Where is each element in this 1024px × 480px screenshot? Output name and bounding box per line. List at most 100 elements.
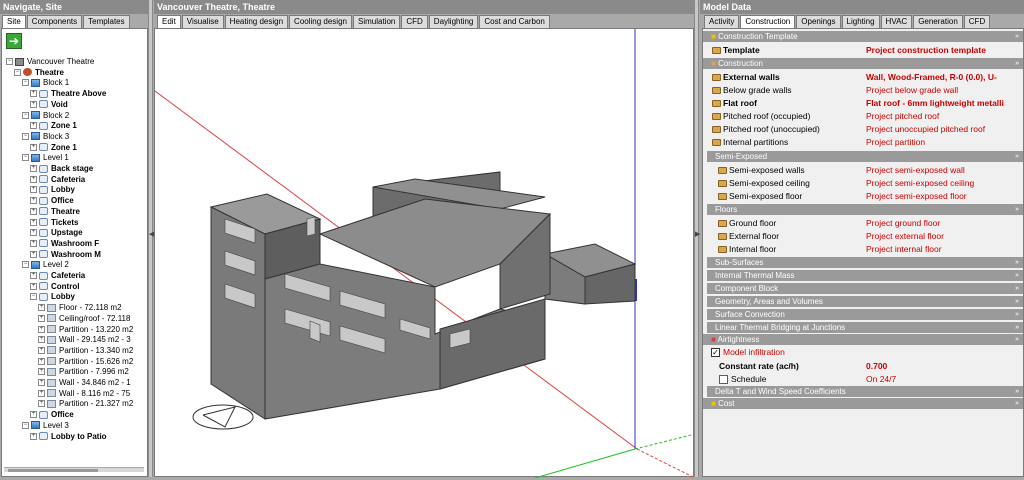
construction-row[interactable]: Pitched roof (occupied) Project pitched r… [703, 110, 1023, 123]
tree-node[interactable]: + Wall - 29.145 m2 - 3 [38, 334, 131, 345]
expand-icon[interactable]: + [30, 197, 37, 205]
tree-node[interactable]: + Control [30, 281, 79, 292]
expand-icon[interactable]: + [30, 186, 37, 194]
section-airtightness[interactable]: ■ Airtightness» [703, 334, 1023, 345]
expand-icon[interactable]: + [38, 357, 45, 365]
tab-site[interactable]: Site [2, 15, 26, 28]
construction-row[interactable]: Below grade walls Project below grade wal… [703, 84, 1023, 97]
expand-icon[interactable]: + [30, 229, 37, 237]
tree-node[interactable]: + Zone 1 [30, 142, 77, 153]
expand-icon[interactable]: + [38, 336, 45, 344]
tree-node[interactable]: + Upstage [30, 227, 83, 238]
tab-construction[interactable]: Construction [740, 15, 796, 28]
collapse-icon[interactable]: − [22, 79, 29, 87]
tree-node[interactable]: + Back stage [30, 163, 93, 174]
tree-node[interactable]: + Wall - 34.846 m2 - 1 [38, 377, 131, 388]
tab-heating-design[interactable]: Heating design [224, 15, 289, 28]
section-cost[interactable]: ■ Cost» [703, 398, 1023, 409]
chevron-icon[interactable]: » [1015, 309, 1019, 320]
expand-icon[interactable]: + [30, 165, 37, 172]
tab-cfd[interactable]: CFD [401, 15, 428, 28]
construction-value[interactable]: Project ground floor [866, 217, 1021, 230]
construction-value[interactable]: Project semi-exposed ceiling [866, 177, 1021, 190]
expand-icon[interactable]: + [30, 239, 37, 247]
tree-node[interactable]: + Void [30, 99, 68, 110]
expand-icon[interactable]: + [38, 389, 45, 397]
tab-daylighting[interactable]: Daylighting [428, 15, 479, 28]
construction-value[interactable]: Project partition [866, 136, 1021, 149]
chevron-icon[interactable]: » [1015, 270, 1019, 281]
expand-icon[interactable]: + [38, 304, 45, 312]
construction-row[interactable]: Semi-exposed floor Project semi-exposed f… [703, 190, 1023, 203]
tree-node[interactable]: + Partition - 7.996 m2 [38, 366, 129, 377]
construction-value[interactable]: Project semi-exposed floor [866, 190, 1021, 203]
tab-visualise[interactable]: Visualise [181, 15, 224, 28]
tree-node[interactable]: − Level 2 [22, 259, 69, 270]
tree-node[interactable]: + Washroom M [30, 249, 101, 260]
tree-node[interactable]: + Office [30, 195, 74, 206]
collapse-icon[interactable]: − [30, 293, 37, 301]
compass-icon[interactable] [192, 404, 254, 430]
tree-node[interactable]: − Block 3 [22, 131, 69, 142]
construction-value[interactable]: Project pitched roof [866, 110, 1021, 123]
template-row[interactable]: Template Project construction template [703, 44, 1023, 57]
section-construction-template[interactable]: ■ Construction Template» [703, 31, 1023, 42]
tab-edit[interactable]: Edit [157, 15, 181, 28]
tree-node[interactable]: + Partition - 15.626 m2 [38, 356, 133, 367]
expand-icon[interactable]: + [38, 400, 45, 408]
chevron-icon[interactable]: » [1015, 257, 1019, 268]
collapsed-section[interactable]: Internal Thermal Mass » [707, 270, 1023, 281]
expand-icon[interactable]: + [38, 346, 45, 354]
expand-icon[interactable]: + [38, 314, 45, 322]
expand-icon[interactable]: + [30, 282, 37, 290]
tree-node[interactable]: + Washroom F [30, 238, 99, 249]
collapse-icon[interactable]: − [22, 154, 29, 162]
tab-cooling-design[interactable]: Cooling design [289, 15, 352, 28]
expand-icon[interactable]: + [30, 432, 37, 440]
collapse-icon[interactable]: − [22, 111, 29, 119]
construction-value[interactable]: Project unoccupied pitched roof [866, 123, 1021, 136]
tree-node[interactable]: + Theatre [30, 206, 80, 217]
tree-node[interactable]: + Lobby to Patio [30, 431, 107, 442]
expand-icon[interactable]: + [30, 250, 37, 258]
chevron-icon[interactable]: » [1015, 283, 1019, 294]
construction-row[interactable]: Ground floor Project ground floor [703, 217, 1023, 230]
construction-value[interactable]: Project below grade wall [866, 84, 1021, 97]
tab-components[interactable]: Components [26, 15, 83, 28]
tree-node[interactable]: + Partition - 13.340 m2 [38, 345, 133, 356]
construction-row[interactable]: Internal floor Project internal floor [703, 243, 1023, 256]
collapsed-section[interactable]: Sub-Surfaces » [707, 257, 1023, 268]
tree-node[interactable]: + Cafeteria [30, 174, 85, 185]
tree-node[interactable]: + Cafeteria [30, 270, 85, 281]
chevron-icon[interactable]: » [1015, 296, 1019, 307]
expand-icon[interactable]: + [38, 368, 45, 376]
tree-node[interactable]: + Lobby [30, 184, 75, 195]
collapsed-section[interactable]: Geometry, Areas and Volumes » [707, 296, 1023, 307]
tab-cost-and-carbon[interactable]: Cost and Carbon [479, 15, 550, 28]
chevron-icon[interactable]: » [1015, 322, 1019, 333]
left-splitter[interactable]: ◀ [148, 0, 154, 477]
expand-icon[interactable]: + [30, 272, 37, 279]
tab-lighting[interactable]: Lighting [841, 15, 880, 28]
3d-viewport[interactable] [154, 28, 696, 479]
collapse-icon[interactable]: − [22, 132, 29, 140]
expand-icon[interactable]: + [30, 207, 37, 215]
construction-value[interactable]: Flat roof - 6mm lightweight metalli [866, 97, 1021, 110]
tree-node[interactable]: − Block 1 [22, 77, 69, 88]
tree-node[interactable]: − Theatre [14, 67, 64, 78]
expand-icon[interactable]: + [38, 325, 45, 333]
schedule-row[interactable]: Schedule On 24/7 [703, 373, 1023, 386]
construction-value[interactable]: Project semi-exposed wall [866, 164, 1021, 177]
expand-icon[interactable]: + [30, 90, 37, 98]
tree-node[interactable]: − Lobby [30, 291, 75, 302]
tree-node[interactable]: + Office [30, 409, 74, 420]
tab-generation[interactable]: Generation [913, 15, 963, 28]
expand-icon[interactable]: + [30, 218, 37, 226]
expand-icon[interactable]: + [30, 411, 37, 419]
section-semi-exposed[interactable]: Semi-Exposed» [707, 151, 1023, 162]
tab-simulation[interactable]: Simulation [352, 15, 401, 28]
tree-node[interactable]: − Level 3 [22, 420, 69, 431]
tree-node[interactable]: − Level 1 [22, 152, 69, 163]
tree-node[interactable]: + Zone 1 [30, 120, 77, 131]
construction-row[interactable]: Semi-exposed ceiling Project semi-exposed… [703, 177, 1023, 190]
